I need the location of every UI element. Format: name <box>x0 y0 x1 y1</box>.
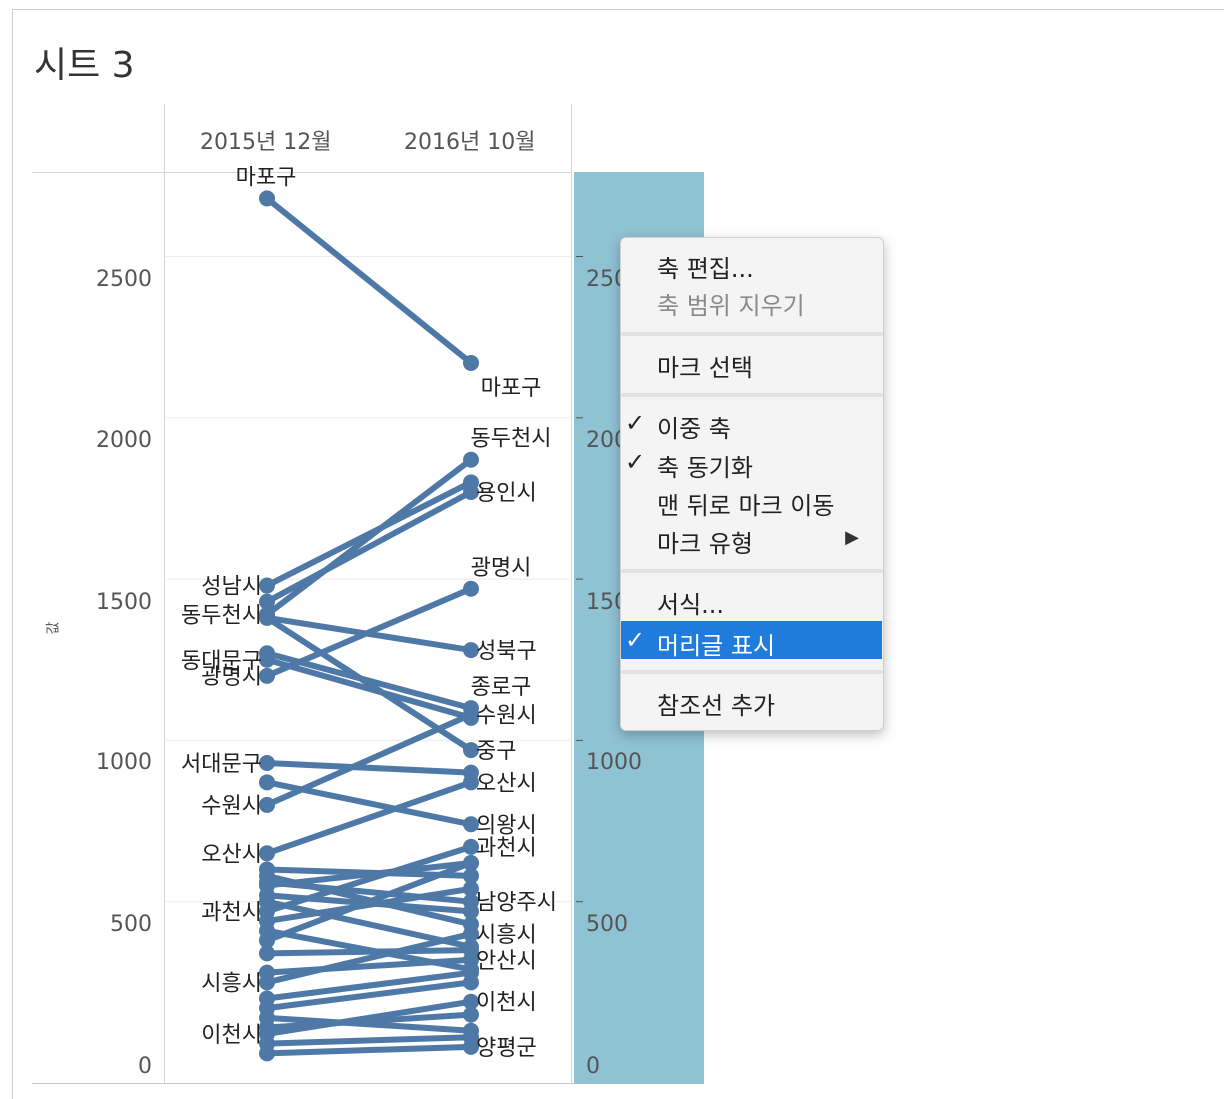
series-line[interactable] <box>264 614 474 654</box>
mark-label: 이천시 <box>201 1023 262 1048</box>
mark-label: 동두천시 <box>181 604 262 629</box>
mark-label: 광명시 <box>201 665 262 690</box>
mark-label: 수원시 <box>476 704 537 729</box>
menu-item-move-marks-to-back[interactable]: 맨 뒤로 마크 이동 <box>621 481 883 520</box>
mark-label: 이천시 <box>476 991 537 1016</box>
mark-label: 양평군 <box>476 1036 537 1061</box>
mark-label: 과천시 <box>476 836 537 861</box>
series-line[interactable] <box>264 1034 474 1047</box>
mark-label: 성남시 <box>201 575 262 600</box>
mark-label: 오산시 <box>201 842 262 867</box>
menu-item-mark-type[interactable]: 마크 유형 ▶ <box>621 519 883 558</box>
menu-item-format[interactable]: 서식... <box>621 580 883 619</box>
data-point[interactable] <box>259 190 275 207</box>
check-icon: ✓ <box>625 626 646 654</box>
mark-label: 수원시 <box>201 794 262 819</box>
mark-label: 동두천시 <box>471 427 552 452</box>
mark-label: 종로구 <box>471 675 532 700</box>
mark-label: 중구 <box>476 739 516 764</box>
check-icon: ✓ <box>625 448 646 476</box>
mark-label: 과천시 <box>201 900 262 925</box>
menu-item-edit-axis[interactable]: 축 편집... <box>621 244 883 283</box>
menu-item-clear-axis-range: 축 범위 지우기 <box>657 292 805 320</box>
menu-item-show-header[interactable]: ✓ 머리글 표시 <box>621 621 882 660</box>
mark-label: 마포구 <box>481 376 542 401</box>
mark-label: 오산시 <box>476 771 537 796</box>
check-icon: ✓ <box>625 409 646 437</box>
mark-label: 남양주시 <box>476 891 557 916</box>
menu-separator <box>621 393 883 397</box>
submenu-arrow-icon: ▶ <box>845 527 859 548</box>
data-point[interactable] <box>463 580 479 597</box>
series-line[interactable] <box>264 195 474 366</box>
menu-separator <box>621 332 883 336</box>
series-line[interactable] <box>264 488 474 605</box>
mark-label: 안산시 <box>476 949 537 974</box>
data-point[interactable] <box>259 867 275 884</box>
menu-item-dual-axis[interactable]: ✓ 이중 축 <box>621 404 883 443</box>
mark-label: 광명시 <box>471 556 532 581</box>
mark-label: 용인시 <box>476 481 537 506</box>
mark-label: 서대문구 <box>181 752 262 777</box>
series-line[interactable] <box>264 1043 474 1057</box>
mark-label: 시흥시 <box>476 923 537 948</box>
context-menu: 축 편집... 축 범위 지우기 마크 선택 ✓ 이중 축 ✓ 축 동기화 맨 … <box>620 237 884 731</box>
menu-item-synchronize-axis[interactable]: ✓ 축 동기화 <box>621 443 883 482</box>
series-line[interactable] <box>264 759 474 776</box>
menu-separator <box>621 569 883 573</box>
mark-label: 성북구 <box>476 639 537 664</box>
slope-chart[interactable]: 마포구성남시동두천시동대문구광명시서대문구수원시오산시과천시시흥시이천시마포구동… <box>0 0 1224 1098</box>
mark-label: 의왕시 <box>476 813 537 838</box>
mark-label: 시흥시 <box>201 971 262 996</box>
mark-label: 마포구 <box>236 165 297 190</box>
menu-item-add-reference-line[interactable]: 참조선 추가 <box>621 681 883 720</box>
series-line[interactable] <box>264 656 474 721</box>
data-point[interactable] <box>463 451 479 468</box>
data-point[interactable] <box>463 354 479 371</box>
menu-item-select-marks[interactable]: 마크 선택 <box>621 343 883 382</box>
menu-separator <box>621 670 883 674</box>
series-line[interactable] <box>264 479 474 589</box>
